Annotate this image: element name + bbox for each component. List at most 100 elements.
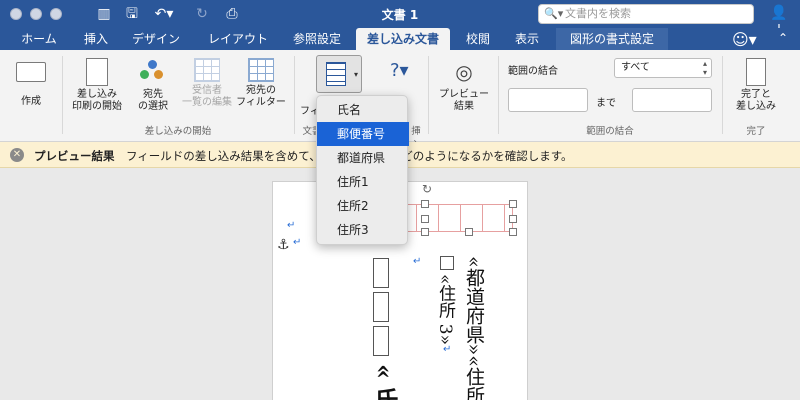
recipient-filter-label-1: 宛先の — [246, 85, 276, 96]
rules-icon[interactable]: ?▾ — [390, 60, 409, 81]
edit-recipients-label-2: 一覧の編集 — [182, 97, 232, 108]
minimize-window-button[interactable] — [30, 8, 42, 20]
message-title: プレビュー結果 — [34, 149, 115, 163]
paragraph-mark-icon: ↵ — [293, 237, 302, 248]
group-label-finish: 完了 — [746, 126, 766, 137]
dropdown-item-address2[interactable]: 住所2 — [317, 194, 409, 218]
chevron-down-icon: ▾ — [353, 70, 358, 79]
dropdown-item-name[interactable]: 氏名 — [317, 98, 409, 122]
edit-recipients-button[interactable]: 受信者 一覧の編集 — [182, 58, 232, 109]
separator — [498, 56, 499, 134]
dropdown-item-address3[interactable]: 住所3 — [317, 218, 409, 242]
range-label: 範囲の結合 — [508, 66, 558, 77]
resize-handle[interactable] — [421, 228, 429, 236]
start-merge-button[interactable]: 差し込み 印刷の開始 — [68, 58, 126, 113]
start-merge-label-1: 差し込み — [77, 89, 117, 100]
select-recipients-button[interactable]: 宛先 の選択 — [130, 58, 176, 113]
undo-icon[interactable]: ↶▾ — [150, 5, 178, 23]
separator — [722, 56, 723, 134]
field-prefecture-address: «都道府県»«住所 — [463, 256, 485, 400]
resize-handle[interactable] — [465, 228, 473, 236]
close-window-button[interactable] — [10, 8, 22, 20]
finish-label-2: 差し込み — [736, 101, 776, 112]
finish-merge-button[interactable]: 完了と 差し込み — [728, 58, 784, 113]
tab-view[interactable]: 表示 — [506, 28, 548, 50]
rotate-handle-icon[interactable]: ↻ — [422, 182, 432, 196]
range-select-value: すべて — [621, 62, 650, 73]
tab-shape-format[interactable]: 図形の書式設定 — [556, 28, 668, 50]
tab-mailings[interactable]: 差し込み文書 — [356, 28, 450, 50]
filter-icon — [248, 58, 274, 82]
ribbon-tabs: ホーム 挿入 デザイン レイアウト 参照設定 差し込み文書 校閲 表示 図形の書… — [0, 28, 800, 50]
paragraph-mark-icon: ↵ — [287, 220, 296, 231]
select-recipients-label-2: の選択 — [138, 101, 168, 112]
postal-box — [373, 258, 389, 288]
postal-box — [373, 326, 389, 356]
merge-field-dropdown[interactable]: 氏名 郵便番号 都道府県 住所1 住所2 住所3 — [316, 95, 409, 245]
add-user-icon[interactable]: 👤+ — [768, 5, 790, 37]
window-title: 文書 1 — [381, 8, 419, 22]
tab-layout[interactable]: レイアウト — [198, 28, 278, 50]
separator — [294, 56, 295, 134]
collapse-ribbon-icon[interactable]: ⌃ — [778, 31, 788, 45]
resize-handle[interactable] — [421, 215, 429, 223]
create-envelope-button[interactable]: 作成 — [10, 58, 52, 108]
resize-handle[interactable] — [509, 200, 517, 208]
insert-merge-field-button[interactable]: ▾ — [316, 55, 362, 93]
start-merge-label-2: 印刷の開始 — [72, 101, 122, 112]
redo-icon[interactable]: ↻ — [192, 5, 212, 23]
anchor-icon: ⚓ — [277, 237, 290, 253]
stepper-icon: ▴ ▾ — [702, 59, 707, 77]
recipient-filter-label-2: フィルター — [236, 97, 286, 108]
select-recipients-label-1: 宛先 — [143, 89, 163, 100]
create-label: 作成 — [21, 96, 41, 107]
paragraph-mark-icon: ↵ — [413, 256, 422, 267]
recipient-list-icon — [194, 58, 220, 82]
resize-handle[interactable] — [509, 215, 517, 223]
envelope-icon — [16, 62, 46, 82]
print-icon[interactable]: ⎙ — [222, 5, 242, 23]
dropdown-item-prefecture[interactable]: 都道府県 — [317, 146, 409, 170]
search-icon: 🔍▾ — [544, 7, 564, 20]
person-dot — [140, 70, 149, 79]
field-name-partial: « 氏 — [370, 364, 399, 400]
tab-insert[interactable]: 挿入 — [78, 28, 114, 50]
range-to-label: まで — [596, 98, 616, 109]
document-icon — [86, 58, 108, 86]
preview-abc-icon: ◎ — [455, 60, 473, 84]
preview-label-1: プレビュー — [439, 89, 489, 100]
separator — [428, 56, 429, 134]
range-to-input[interactable] — [632, 88, 712, 112]
field-address3: «住所 3» — [435, 274, 455, 346]
preview-label-2: 結果 — [454, 101, 474, 112]
tab-references[interactable]: 参照設定 — [286, 28, 348, 50]
merge-field-icon — [326, 62, 346, 86]
postal-box — [373, 292, 389, 322]
tab-review[interactable]: 校閲 — [458, 28, 498, 50]
preview-results-button[interactable]: ◎ プレビュー 結果 — [436, 58, 492, 113]
group-label-range: 範囲の結合 — [586, 126, 634, 137]
zoom-window-button[interactable] — [50, 8, 62, 20]
tab-home[interactable]: ホーム — [10, 28, 68, 50]
close-icon[interactable]: ✕ — [10, 148, 24, 162]
finish-merge-icon — [746, 58, 766, 86]
save-icon[interactable]: 🖫 — [122, 5, 142, 23]
resize-handle[interactable] — [509, 228, 517, 236]
sidebar-toggle-icon[interactable]: ▥ — [94, 5, 114, 23]
edit-recipients-label-1: 受信者 — [192, 85, 222, 96]
resize-handle[interactable] — [421, 200, 429, 208]
range-from-input[interactable] — [508, 88, 588, 112]
feedback-smiley-icon[interactable]: ☺▾ — [732, 30, 757, 49]
postal-code-grid — [393, 204, 513, 232]
person-dot — [148, 60, 157, 69]
dropdown-item-address1[interactable]: 住所1 — [317, 170, 409, 194]
recipient-filter-button[interactable]: 宛先の フィルター — [236, 58, 286, 109]
people-icon — [138, 58, 168, 86]
search-placeholder: 文書内を検索 — [565, 7, 631, 20]
tab-design[interactable]: デザイン — [124, 28, 188, 50]
paragraph-mark-icon: ↵ — [443, 344, 452, 355]
separator — [62, 56, 63, 134]
range-select[interactable]: すべて ▴ ▾ — [614, 58, 712, 78]
search-input[interactable]: 🔍▾ 文書内を検索 — [538, 4, 754, 24]
dropdown-item-postal-code[interactable]: 郵便番号 — [317, 122, 409, 146]
